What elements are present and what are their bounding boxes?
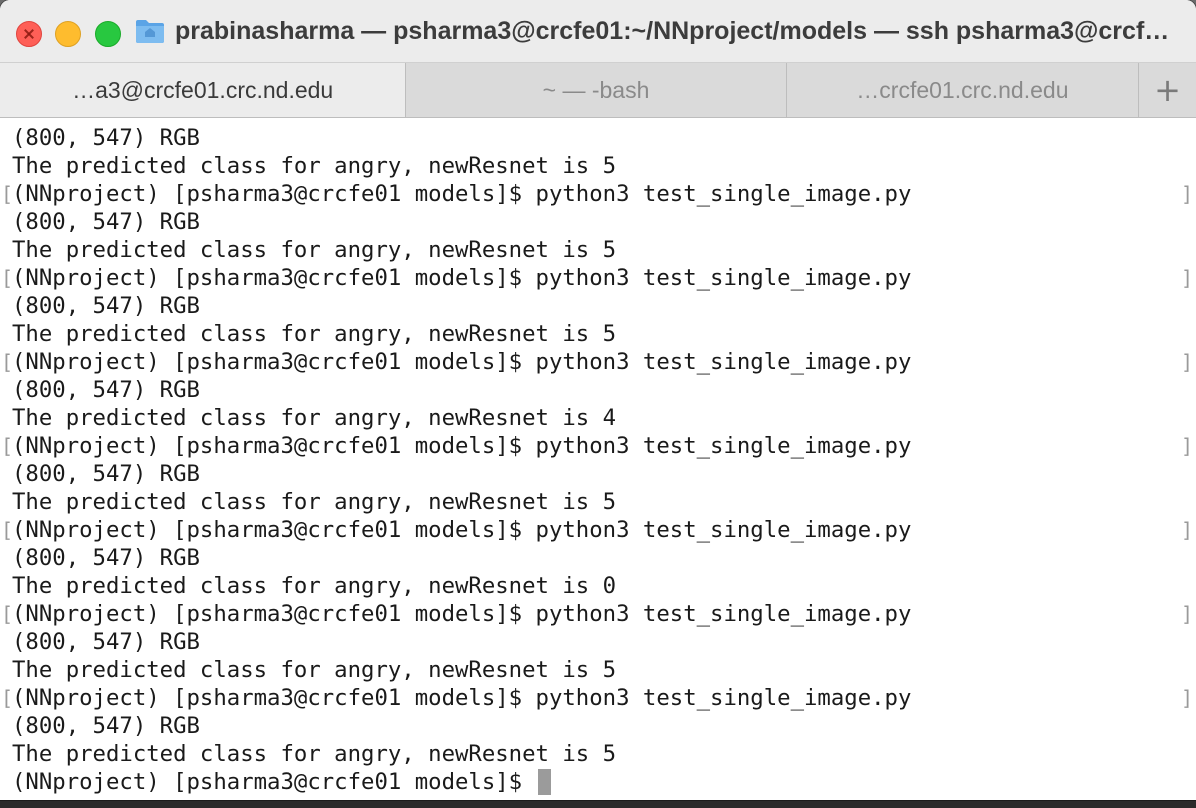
line-text: The predicted class for angry, newResnet… bbox=[12, 321, 617, 347]
output-line: The predicted class for angry, newResnet… bbox=[0, 488, 1196, 516]
line-text: The predicted class for angry, newResnet… bbox=[12, 405, 617, 431]
prompt-line: [] (NNproject) [psharma3@crcfe01 models]$… bbox=[0, 432, 1196, 460]
tab-bar: …a3@crcfe01.crc.nd.edu ~ — -bash …crcfe0… bbox=[0, 63, 1196, 118]
tab-label: …a3@crcfe01.crc.nd.edu bbox=[72, 76, 334, 103]
output-line: (800, 547) RGB bbox=[0, 544, 1196, 572]
line-text: (NNproject) [psharma3@crcfe01 models]$ p… bbox=[12, 265, 912, 291]
close-button[interactable] bbox=[16, 21, 42, 47]
home-folder-icon bbox=[136, 20, 164, 43]
output-line: (800, 547) RGB bbox=[0, 292, 1196, 320]
title-bar[interactable]: prabinasharma — psharma3@crcfe01:~/NNpro… bbox=[0, 0, 1196, 63]
tab-crcfe01[interactable]: …crcfe01.crc.nd.edu bbox=[787, 63, 1140, 117]
output-line: (800, 547) RGB bbox=[0, 124, 1196, 152]
current-prompt-line: (NNproject) [psharma3@crcfe01 models]$ bbox=[0, 768, 1196, 796]
tab-label: …crcfe01.crc.nd.edu bbox=[856, 76, 1069, 103]
prompt-line: [] (NNproject) [psharma3@crcfe01 models]$… bbox=[0, 180, 1196, 208]
output-line: (800, 547) RGB bbox=[0, 628, 1196, 656]
line-text: (800, 547) RGB bbox=[12, 545, 200, 571]
output-line: The predicted class for angry, newResnet… bbox=[0, 152, 1196, 180]
line-mark-left: [ bbox=[1, 434, 14, 458]
prompt-line: [] (NNproject) [psharma3@crcfe01 models]$… bbox=[0, 684, 1196, 712]
window-title: prabinasharma — psharma3@crcfe01:~/NNpro… bbox=[175, 17, 1176, 45]
line-text: (800, 547) RGB bbox=[12, 713, 200, 739]
line-mark-right: ] bbox=[1180, 518, 1193, 542]
line-mark-right: ] bbox=[1180, 434, 1193, 458]
output-line: (800, 547) RGB bbox=[0, 208, 1196, 236]
minimize-button[interactable] bbox=[55, 21, 81, 47]
line-mark-right: ] bbox=[1180, 686, 1193, 710]
output-line: The predicted class for angry, newResnet… bbox=[0, 740, 1196, 768]
line-mark-left: [ bbox=[1, 350, 14, 374]
line-text: (800, 547) RGB bbox=[12, 629, 200, 655]
line-text: The predicted class for angry, newResnet… bbox=[12, 573, 617, 599]
output-line: The predicted class for angry, newResnet… bbox=[0, 320, 1196, 348]
output-line: The predicted class for angry, newResnet… bbox=[0, 572, 1196, 600]
output-line: The predicted class for angry, newResnet… bbox=[0, 656, 1196, 684]
output-line: (800, 547) RGB bbox=[0, 460, 1196, 488]
line-text: The predicted class for angry, newResnet… bbox=[12, 741, 617, 767]
output-line: The predicted class for angry, newResnet… bbox=[0, 236, 1196, 264]
line-text: The predicted class for angry, newResnet… bbox=[12, 657, 617, 683]
line-text: (800, 547) RGB bbox=[12, 209, 200, 235]
line-text: (NNproject) [psharma3@crcfe01 models]$ p… bbox=[12, 349, 912, 375]
line-mark-left: [ bbox=[1, 602, 14, 626]
text-cursor bbox=[537, 769, 551, 795]
new-tab-button[interactable]: + bbox=[1139, 63, 1196, 117]
prompt-line: [] (NNproject) [psharma3@crcfe01 models]$… bbox=[0, 264, 1196, 292]
line-mark-left: [ bbox=[1, 518, 14, 542]
prompt-text: (NNproject) [psharma3@crcfe01 models]$ bbox=[12, 769, 536, 795]
line-mark-left: [ bbox=[1, 266, 14, 290]
line-mark-left: [ bbox=[1, 686, 14, 710]
line-mark-right: ] bbox=[1180, 266, 1193, 290]
line-text: (800, 547) RGB bbox=[12, 461, 200, 487]
line-text: (NNproject) [psharma3@crcfe01 models]$ p… bbox=[12, 601, 912, 627]
terminal-output[interactable]: (800, 547) RGB The predicted class for an… bbox=[0, 118, 1196, 800]
output-line: (800, 547) RGB bbox=[0, 376, 1196, 404]
line-text: (800, 547) RGB bbox=[12, 377, 200, 403]
line-text: The predicted class for angry, newResnet… bbox=[12, 489, 617, 515]
line-text: The predicted class for angry, newResnet… bbox=[12, 237, 617, 263]
tab-bash[interactable]: ~ — -bash bbox=[406, 63, 787, 117]
line-text: (800, 547) RGB bbox=[12, 293, 200, 319]
line-text: (NNproject) [psharma3@crcfe01 models]$ p… bbox=[12, 433, 912, 459]
output-line: The predicted class for angry, newResnet… bbox=[0, 404, 1196, 432]
output-line: (800, 547) RGB bbox=[0, 712, 1196, 740]
line-text: (NNproject) [psharma3@crcfe01 models]$ p… bbox=[12, 181, 912, 207]
line-mark-right: ] bbox=[1180, 182, 1193, 206]
line-mark-right: ] bbox=[1180, 350, 1193, 374]
plus-icon: + bbox=[1154, 71, 1181, 109]
line-text: (800, 547) RGB bbox=[12, 125, 200, 151]
line-text: The predicted class for angry, newResnet… bbox=[12, 153, 617, 179]
terminal-window: prabinasharma — psharma3@crcfe01:~/NNpro… bbox=[0, 0, 1196, 800]
maximize-button[interactable] bbox=[95, 21, 121, 47]
line-mark-right: ] bbox=[1180, 602, 1193, 626]
prompt-line: [] (NNproject) [psharma3@crcfe01 models]$… bbox=[0, 600, 1196, 628]
tab-ssh-crcfe01[interactable]: …a3@crcfe01.crc.nd.edu bbox=[0, 63, 407, 117]
line-text: (NNproject) [psharma3@crcfe01 models]$ p… bbox=[12, 685, 912, 711]
line-text: (NNproject) [psharma3@crcfe01 models]$ p… bbox=[12, 517, 912, 543]
prompt-line: [] (NNproject) [psharma3@crcfe01 models]$… bbox=[0, 348, 1196, 376]
tab-label: ~ — -bash bbox=[542, 76, 650, 103]
prompt-line: [] (NNproject) [psharma3@crcfe01 models]$… bbox=[0, 516, 1196, 544]
line-mark-left: [ bbox=[1, 182, 14, 206]
